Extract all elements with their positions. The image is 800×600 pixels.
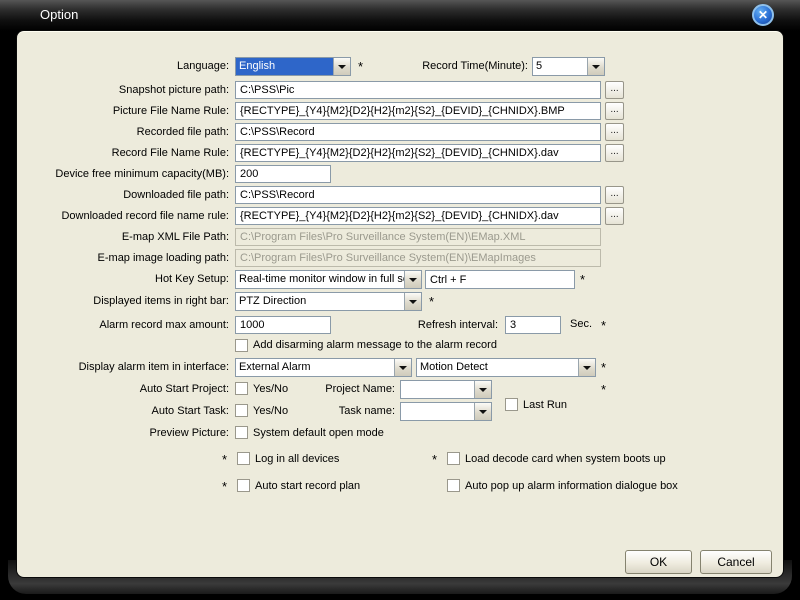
project-name-select[interactable] [400, 380, 492, 399]
alarm-type1-value: External Alarm [236, 359, 394, 376]
last-run-checkbox[interactable] [505, 398, 518, 411]
chevron-down-icon[interactable] [404, 271, 421, 288]
record-rule-label: Record File Name Rule: [37, 147, 229, 159]
download-rule-label: Downloaded record file name rule: [37, 210, 229, 222]
alarm-type1-select[interactable]: External Alarm [235, 358, 412, 377]
required-asterisk: * [601, 382, 606, 397]
auto-task-label: Auto Start Task: [37, 405, 229, 417]
titlebar: Option ✕ [0, 0, 800, 31]
task-name-label: Task name: [295, 405, 395, 417]
task-name-value [401, 403, 474, 420]
recorded-path-input[interactable] [235, 123, 601, 141]
language-value: English [236, 58, 333, 75]
project-name-value [401, 381, 474, 398]
alarm-popup-checkbox[interactable] [447, 479, 460, 492]
cancel-button[interactable]: Cancel [700, 550, 772, 574]
auto-project-yesno-label: Yes/No [253, 383, 288, 395]
decode-card-label: Load decode card when system boots up [465, 453, 666, 465]
record-time-select[interactable]: 5 [532, 57, 605, 76]
record-rule-browse-button[interactable]: ... [605, 144, 624, 162]
required-asterisk: * [222, 479, 227, 494]
snapshot-path-label: Snapshot picture path: [37, 84, 229, 96]
project-name-label: Project Name: [295, 383, 395, 395]
download-path-browse-button[interactable]: ... [605, 186, 624, 204]
required-asterisk: * [580, 272, 585, 287]
chevron-down-icon[interactable] [404, 293, 421, 310]
chevron-down-icon[interactable] [394, 359, 411, 376]
close-icon[interactable]: ✕ [752, 4, 774, 26]
hotkey-label: Hot Key Setup: [37, 273, 229, 285]
language-label: Language: [37, 60, 229, 72]
auto-task-checkbox[interactable] [235, 404, 248, 417]
preview-checkbox[interactable] [235, 426, 248, 439]
chevron-down-icon[interactable] [587, 58, 604, 75]
decode-card-checkbox[interactable] [447, 452, 460, 465]
required-asterisk: * [601, 318, 606, 333]
required-asterisk: * [601, 360, 606, 375]
disarm-checkbox-label: Add disarming alarm message to the alarm… [253, 339, 497, 351]
auto-task-yesno-label: Yes/No [253, 405, 288, 417]
display-alarm-label: Display alarm item in interface: [37, 361, 229, 373]
rightbar-label: Displayed items in right bar: [37, 295, 229, 307]
hotkey-action-select[interactable]: Real-time monitor window in full sc [235, 270, 422, 289]
hotkey-input[interactable] [425, 270, 575, 289]
capacity-input[interactable] [235, 165, 331, 183]
chevron-down-icon[interactable] [474, 381, 491, 398]
required-asterisk: * [429, 294, 434, 309]
alarm-max-label: Alarm record max amount: [37, 319, 229, 331]
record-plan-checkbox[interactable] [237, 479, 250, 492]
snapshot-path-input[interactable] [235, 81, 601, 99]
option-dialog-panel: Language: English * Record Time(Minute):… [17, 31, 783, 577]
refresh-interval-input[interactable] [505, 316, 561, 334]
chevron-down-icon[interactable] [578, 359, 595, 376]
record-rule-input[interactable] [235, 144, 601, 162]
last-run-label: Last Run [523, 399, 567, 411]
download-rule-browse-button[interactable]: ... [605, 207, 624, 225]
emap-xml-label: E-map XML File Path: [37, 231, 229, 243]
required-asterisk: * [222, 452, 227, 467]
download-rule-input[interactable] [235, 207, 601, 225]
rightbar-select[interactable]: PTZ Direction [235, 292, 422, 311]
capacity-label: Device free minimum capacity(MB): [37, 168, 229, 180]
recorded-path-browse-button[interactable]: ... [605, 123, 624, 141]
download-path-input[interactable] [235, 186, 601, 204]
emap-xml-input [235, 228, 601, 246]
download-path-label: Downloaded file path: [37, 189, 229, 201]
record-plan-label: Auto start record plan [255, 480, 360, 492]
picture-rule-browse-button[interactable]: ... [605, 102, 624, 120]
hotkey-action-value: Real-time monitor window in full sc [236, 271, 404, 288]
alarm-max-input[interactable] [235, 316, 331, 334]
required-asterisk: * [432, 452, 437, 467]
chevron-down-icon[interactable] [474, 403, 491, 420]
login-all-label: Log in all devices [255, 453, 339, 465]
preview-checkbox-label: System default open mode [253, 427, 384, 439]
disarm-checkbox[interactable] [235, 339, 248, 352]
rightbar-value: PTZ Direction [236, 293, 404, 310]
record-time-value: 5 [533, 58, 587, 75]
refresh-interval-label: Refresh interval: [392, 319, 498, 331]
ok-button[interactable]: OK [625, 550, 692, 574]
emap-img-label: E-map image loading path: [37, 252, 229, 264]
preview-picture-label: Preview Picture: [37, 427, 229, 439]
snapshot-path-browse-button[interactable]: ... [605, 81, 624, 99]
task-name-select[interactable] [400, 402, 492, 421]
sec-unit-label: Sec. [570, 318, 592, 330]
auto-project-checkbox[interactable] [235, 382, 248, 395]
picture-rule-input[interactable] [235, 102, 601, 120]
alarm-type2-select[interactable]: Motion Detect [416, 358, 596, 377]
login-all-checkbox[interactable] [237, 452, 250, 465]
auto-project-label: Auto Start Project: [37, 383, 229, 395]
emap-img-input [235, 249, 601, 267]
alarm-popup-label: Auto pop up alarm information dialogue b… [465, 480, 678, 492]
picture-rule-label: Picture File Name Rule: [37, 105, 229, 117]
alarm-type2-value: Motion Detect [417, 359, 578, 376]
recorded-path-label: Recorded file path: [37, 126, 229, 138]
record-time-label: Record Time(Minute): [332, 60, 528, 72]
window-title: Option [40, 7, 78, 22]
